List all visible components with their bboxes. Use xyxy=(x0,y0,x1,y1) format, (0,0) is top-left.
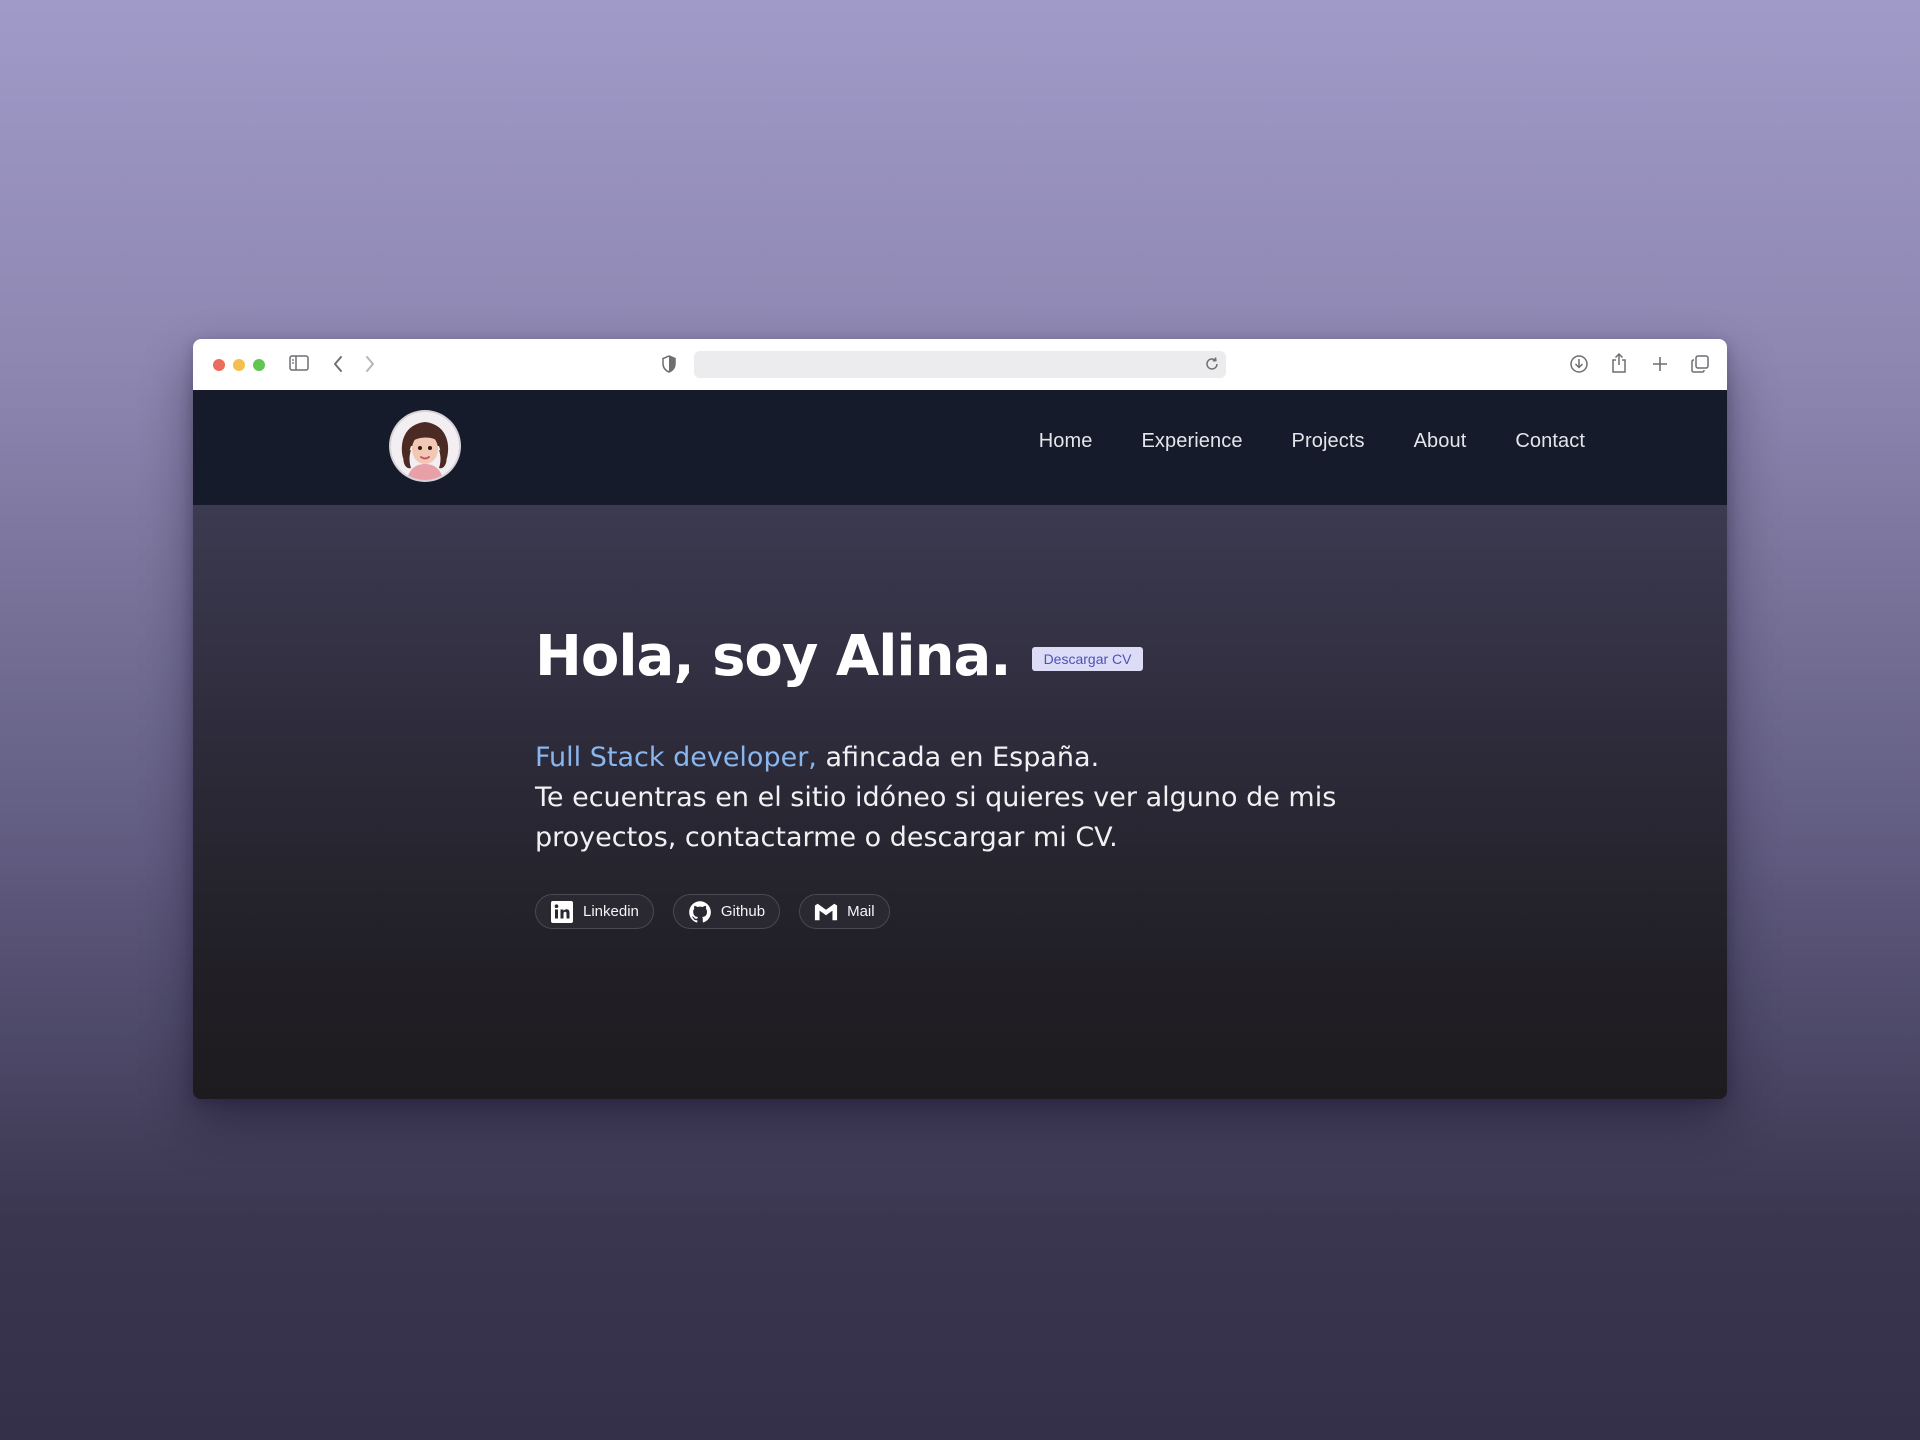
nav-link-contact[interactable]: Contact xyxy=(1515,430,1585,453)
back-icon[interactable] xyxy=(332,355,344,373)
nav-link-home[interactable]: Home xyxy=(1039,430,1093,453)
avatar[interactable] xyxy=(391,412,459,480)
nav-link-projects[interactable]: Projects xyxy=(1292,430,1365,453)
browser-window: Home Experience Projects About Contact H… xyxy=(193,339,1727,1099)
hero-section: Hola, soy Alina. Descargar CV Full Stack… xyxy=(193,505,1727,1099)
hero-title-row: Hola, soy Alina. Descargar CV xyxy=(535,624,1144,689)
gmail-icon xyxy=(814,900,838,924)
github-icon xyxy=(688,900,712,924)
sidebar-icon[interactable] xyxy=(289,354,309,372)
reload-icon[interactable] xyxy=(1204,356,1220,372)
linkedin-label: Linkedin xyxy=(583,903,639,920)
mail-label: Mail xyxy=(847,903,875,920)
mail-button[interactable]: Mail xyxy=(799,894,890,929)
forward-icon[interactable] xyxy=(364,355,376,373)
intro-text: Full Stack developer, afincada en España… xyxy=(535,738,1395,858)
nav-link-experience[interactable]: Experience xyxy=(1141,430,1242,453)
nav-link-about[interactable]: About xyxy=(1414,430,1467,453)
share-icon[interactable] xyxy=(1610,352,1628,374)
download-cv-button[interactable]: Descargar CV xyxy=(1031,646,1144,671)
intro-line-2: Te ecuentras en el sitio idóneo si quier… xyxy=(535,782,1337,853)
avatar-illustration xyxy=(391,412,459,480)
nav-menu: Home Experience Projects About Contact xyxy=(1039,430,1585,453)
browser-toolbar xyxy=(193,339,1727,391)
tabs-overview-icon[interactable] xyxy=(1690,354,1710,374)
close-window-button[interactable] xyxy=(213,359,225,371)
hero-title: Hola, soy Alina. xyxy=(535,624,1012,689)
linkedin-icon xyxy=(550,900,574,924)
zoom-window-button[interactable] xyxy=(253,359,265,371)
address-bar[interactable] xyxy=(694,351,1226,378)
social-links: Linkedin Github Mail xyxy=(535,894,890,929)
github-label: Github xyxy=(720,903,766,920)
github-button[interactable]: Github xyxy=(672,894,781,929)
role-text: Full Stack developer, xyxy=(535,742,817,773)
linkedin-button[interactable]: Linkedin xyxy=(535,894,654,929)
download-icon[interactable] xyxy=(1569,354,1589,374)
site-header: Home Experience Projects About Contact xyxy=(193,390,1727,505)
minimize-window-button[interactable] xyxy=(233,359,245,371)
shield-icon[interactable] xyxy=(661,355,677,373)
new-tab-icon[interactable] xyxy=(1651,355,1669,373)
location-text: afincada en España. xyxy=(816,742,1100,773)
